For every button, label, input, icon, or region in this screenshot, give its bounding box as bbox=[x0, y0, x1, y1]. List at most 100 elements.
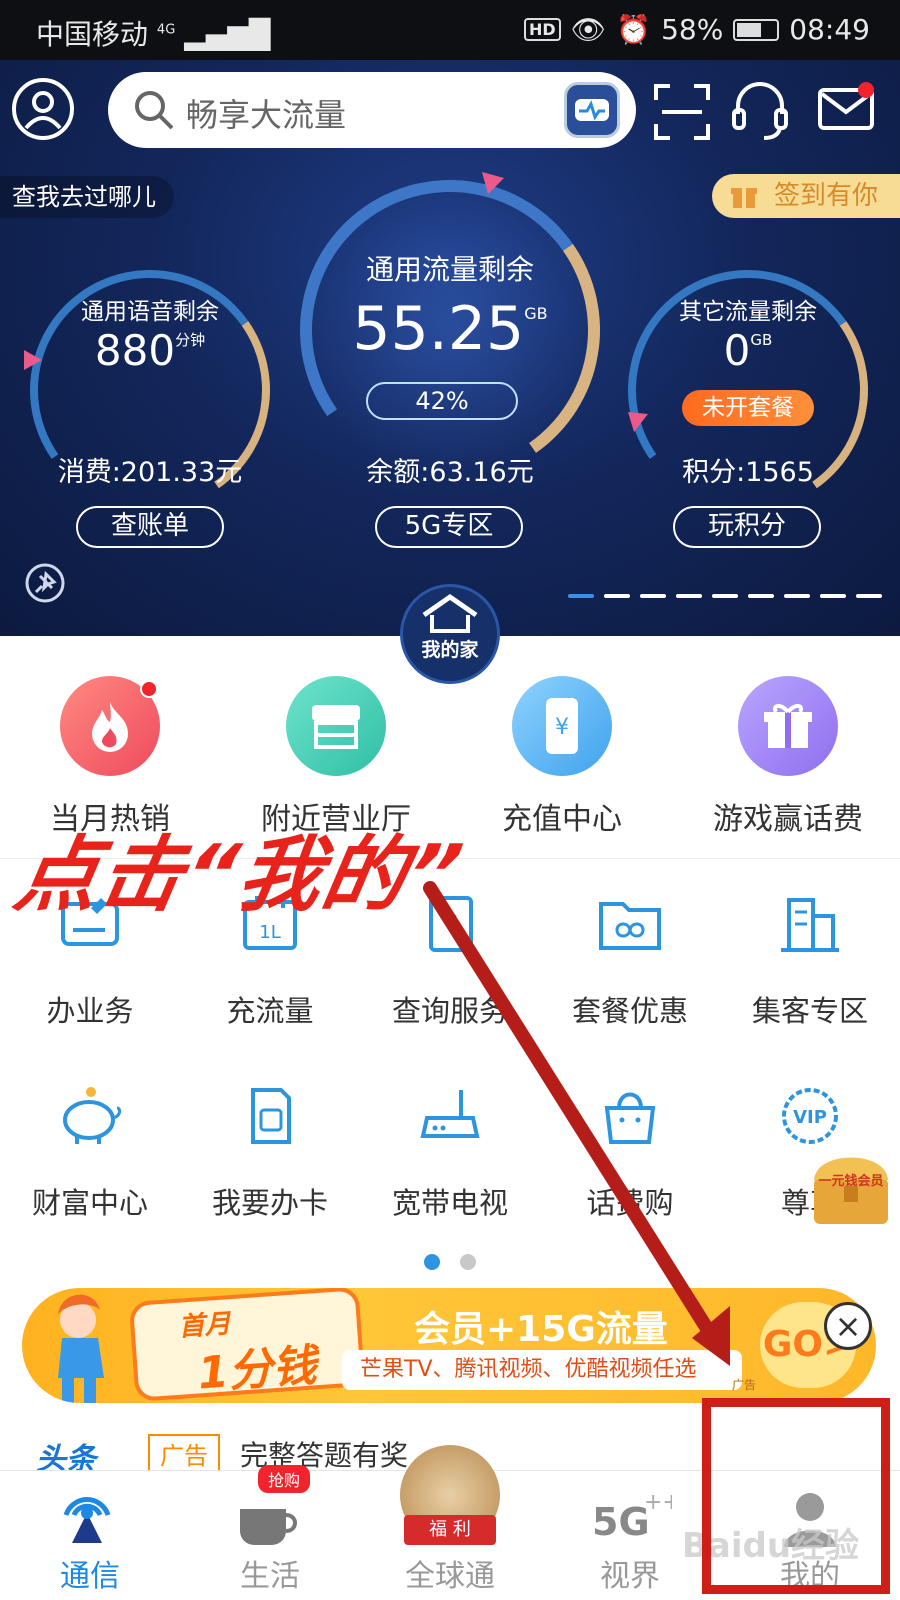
data-percent-pill: 42% bbox=[366, 382, 518, 420]
battery-icon bbox=[733, 18, 780, 41]
phone-recharge-icon: ¥ bbox=[512, 676, 612, 776]
ad-tag: 广告 bbox=[732, 1378, 757, 1392]
5g-icon: 5G++ bbox=[592, 1490, 672, 1544]
main-data-value: 55.25GB bbox=[352, 294, 548, 364]
signin-label: 签到有你 bbox=[774, 181, 879, 211]
gift-icon bbox=[738, 676, 838, 776]
vip-badge-icon: VIP bbox=[782, 1088, 838, 1144]
scan-icon[interactable] bbox=[652, 82, 712, 142]
profile-avatar-icon[interactable] bbox=[12, 78, 74, 140]
voice-value: 880分钟 bbox=[94, 326, 206, 375]
gift-icon bbox=[731, 188, 757, 208]
grid-label: 我要办卡 bbox=[211, 1186, 328, 1220]
quick-label: 充值中心 bbox=[502, 802, 622, 837]
grid-label: 财富中心 bbox=[31, 1186, 148, 1220]
notification-dot bbox=[858, 82, 874, 98]
news-tag: 广告 bbox=[148, 1434, 220, 1470]
svg-text:VIP: VIP bbox=[793, 1107, 827, 1128]
grid-label: 查询服务 bbox=[391, 994, 508, 1028]
close-icon[interactable]: × bbox=[824, 1302, 872, 1350]
hd-icon: HD bbox=[523, 18, 561, 41]
gauge-marker-icon bbox=[628, 412, 648, 432]
grid-item-shop[interactable]: 话费购 bbox=[540, 1086, 720, 1222]
pin-icon[interactable] bbox=[24, 562, 66, 604]
grid-label: 集客专区 bbox=[751, 994, 868, 1028]
customer-service-icon[interactable] bbox=[730, 80, 790, 144]
floating-ad[interactable]: 一元钱会员 bbox=[806, 1140, 896, 1232]
grid-label: 话费购 bbox=[586, 1186, 674, 1220]
svg-text:++: ++ bbox=[644, 1490, 672, 1515]
search-input[interactable]: 畅享大流量 bbox=[186, 90, 346, 136]
nav-label: 生活 bbox=[240, 1559, 300, 1594]
my-home-button[interactable]: 我的家 bbox=[400, 584, 500, 684]
search-bar[interactable]: 畅享大流量 bbox=[108, 72, 636, 148]
other-data-value: 0GB bbox=[723, 326, 773, 375]
svg-text:5G: 5G bbox=[592, 1500, 650, 1544]
building-icon bbox=[781, 898, 839, 952]
news-source: 头条 bbox=[36, 1442, 96, 1470]
router-icon bbox=[420, 1090, 480, 1138]
promo-banner[interactable]: 首月 1分钱 会员+15G流量 芒果TV、腾讯视频、优酷视频任选 GO> 广告 bbox=[22, 1288, 876, 1403]
search-icon bbox=[135, 91, 174, 130]
grid-label: 充流量 bbox=[226, 994, 314, 1028]
nav-badge: 福 利 bbox=[404, 1515, 496, 1545]
5g-zone-button[interactable]: 5G专区 bbox=[375, 506, 523, 548]
floating-ad-label: 一元钱会员 bbox=[818, 1174, 884, 1189]
carousel-indicator bbox=[568, 594, 882, 598]
eye-icon: 👁 bbox=[570, 13, 607, 46]
infinity-folder-icon bbox=[599, 902, 661, 950]
clock: 08:49 bbox=[789, 13, 870, 46]
carrier-label: 中国移动 4G ▂▄▆█ bbox=[36, 18, 271, 51]
battery-percent: 58% bbox=[661, 13, 724, 46]
grid-item-broadband[interactable]: 宽带电视 bbox=[360, 1086, 540, 1222]
promo-subtitle: 芒果TV、腾讯视频、优酷视频任选 bbox=[342, 1350, 742, 1390]
my-home-label: 我的家 bbox=[421, 639, 479, 661]
mascot-figure bbox=[22, 1288, 132, 1403]
quick-item-recharge[interactable]: ¥ 充值中心 bbox=[452, 676, 672, 838]
page-dot bbox=[460, 1254, 476, 1270]
grid-item-plans[interactable]: 套餐优惠 bbox=[540, 894, 720, 1030]
signin-button[interactable]: 签到有你 bbox=[712, 174, 900, 218]
quick-item-game[interactable]: 游戏赢话费 bbox=[678, 676, 898, 838]
voice-title: 通用语音剩余 bbox=[81, 299, 219, 325]
coffee-cup-icon bbox=[240, 1509, 297, 1545]
main-data-title: 通用流量剩余 bbox=[365, 253, 534, 286]
grid-label: 办业务 bbox=[46, 994, 134, 1028]
house-icon bbox=[422, 593, 478, 633]
notification-dot bbox=[140, 680, 158, 698]
promo-title: 会员+15G流量 bbox=[414, 1309, 668, 1350]
annotation-text: 点击“我的” bbox=[8, 828, 471, 923]
grid-label: 宽带电视 bbox=[391, 1186, 508, 1220]
bill-button[interactable]: 查账单 bbox=[76, 506, 224, 548]
alarm-icon: ⏰ bbox=[616, 13, 652, 46]
piggy-bank-icon bbox=[63, 1087, 122, 1144]
svg-text:¥: ¥ bbox=[555, 715, 569, 740]
nav-badge: 抢购 bbox=[258, 1465, 311, 1493]
page-dot-active bbox=[424, 1254, 440, 1270]
spend-label: 消费:201.33元 bbox=[57, 457, 243, 488]
annotation-highlight-box bbox=[702, 1398, 890, 1594]
robot-assistant-icon[interactable] bbox=[564, 82, 620, 138]
points-label: 积分:1565 bbox=[682, 457, 814, 488]
nav-label: 全球通 bbox=[405, 1559, 495, 1594]
promo-badge: 首月 1分钱 bbox=[128, 1288, 366, 1402]
nav-label: 通信 bbox=[60, 1559, 120, 1594]
signal-tower-icon bbox=[63, 1497, 111, 1543]
points-button[interactable]: 玩积分 bbox=[673, 506, 821, 548]
footprint-button[interactable]: 查我去过哪儿 bbox=[0, 176, 174, 218]
account-overview: 畅享大流量 查我去过哪儿 签到有你 通用流量剩余 55.25GB 42% 通用语… bbox=[0, 60, 900, 636]
other-data-title: 其它流量剩余 bbox=[679, 299, 817, 325]
grid-item-enterprise[interactable]: 集客专区 bbox=[720, 894, 900, 1030]
shopping-bag-icon bbox=[604, 1092, 656, 1144]
gauge-marker-icon bbox=[482, 172, 504, 194]
message-button[interactable] bbox=[816, 82, 876, 140]
grid-item-sim-card[interactable]: 我要办卡 bbox=[180, 1086, 360, 1222]
balance-label: 余额:63.16元 bbox=[366, 457, 534, 488]
quick-label: 游戏赢话费 bbox=[713, 802, 863, 837]
store-icon bbox=[286, 676, 386, 776]
status-bar: 中国移动 4G ▂▄▆█ HD 👁 ⏰ 58% 08:49 bbox=[0, 0, 900, 60]
sim-card-icon bbox=[251, 1088, 291, 1144]
grid-label: 套餐优惠 bbox=[571, 994, 688, 1028]
grid-item-wealth[interactable]: 财富中心 bbox=[0, 1086, 180, 1222]
plan-badge[interactable]: 未开套餐 bbox=[682, 390, 814, 426]
